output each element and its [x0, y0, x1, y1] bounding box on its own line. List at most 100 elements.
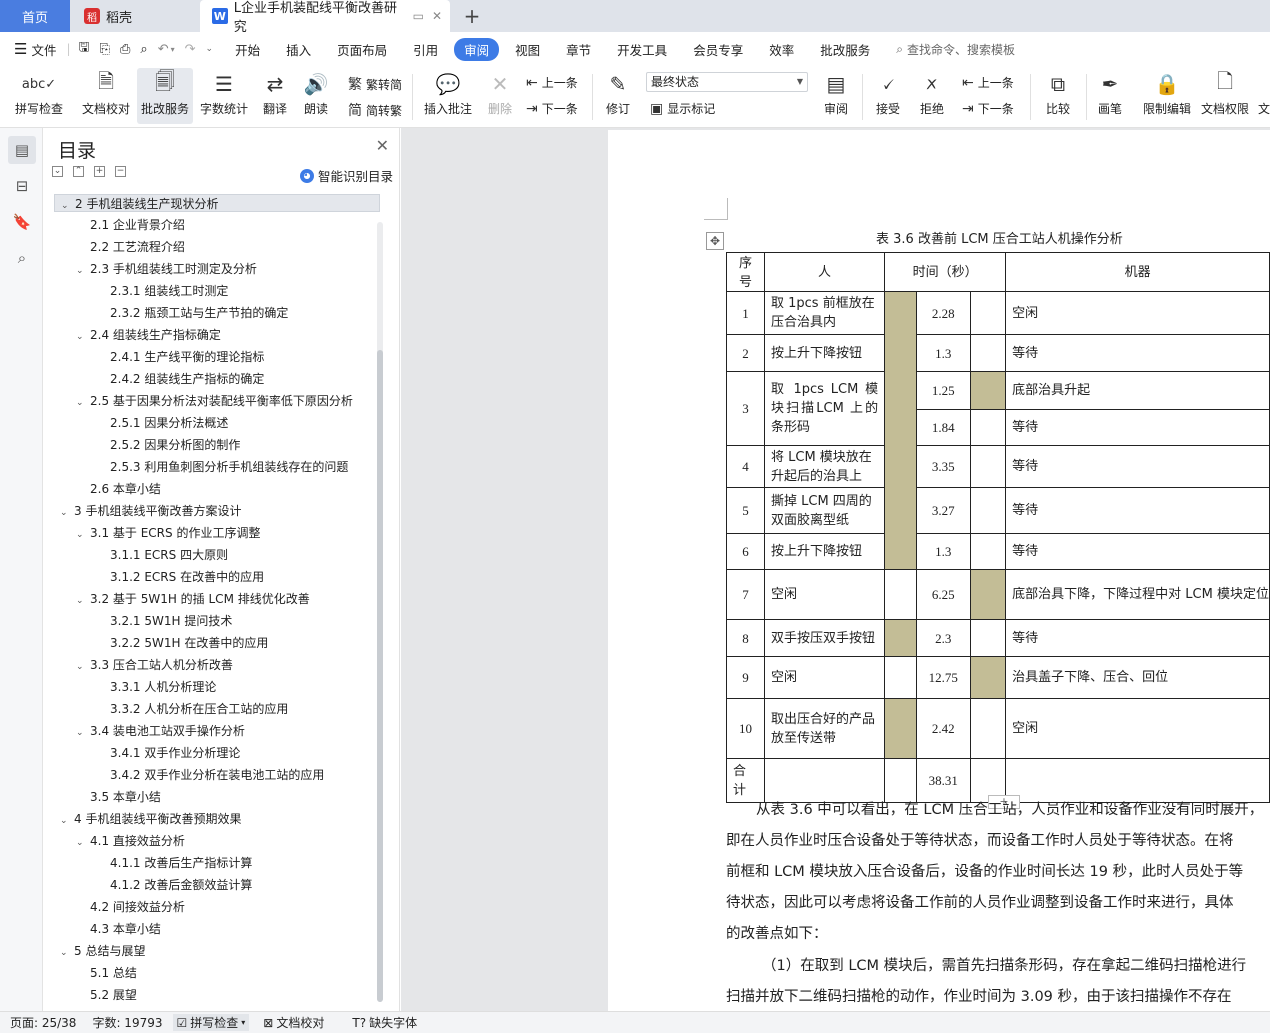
toc-item[interactable]: ⌄ 2.4 组装线生产指标确定	[54, 326, 380, 344]
next-comment-button[interactable]: ⇥ 下一条	[526, 100, 578, 117]
trad-to-simp-button[interactable]: 繁 繁转简	[348, 74, 402, 94]
collapse-all-icon[interactable]: ⌄	[52, 166, 63, 177]
toc-expand-chevron-icon[interactable]: ⌄	[76, 724, 90, 742]
status-spell-check[interactable]: ☑ 拼写检查 ▾	[172, 1014, 250, 1031]
new-tab-button[interactable]: +	[460, 0, 484, 32]
tab-daoke[interactable]: 稻 稻壳	[72, 0, 197, 32]
prev-comment-button[interactable]: ⇤ 上一条	[526, 74, 578, 91]
menu-start[interactable]: 开始	[235, 40, 260, 59]
toc-item[interactable]: 2.3.1 组装线工时测定	[54, 282, 380, 300]
bookmark-icon[interactable]: 🔖	[8, 208, 36, 236]
toc-expand-chevron-icon[interactable]: ⌄	[61, 197, 75, 215]
print-icon[interactable]: ⎙	[120, 42, 130, 57]
search-icon[interactable]: ⌕	[8, 244, 36, 272]
toc-item[interactable]: 4.1.1 改善后生产指标计算	[54, 854, 380, 872]
menu-chapter[interactable]: 章节	[566, 40, 591, 59]
remove-heading-icon[interactable]: −	[115, 166, 126, 177]
toc-item[interactable]: 3.1.2 ECRS 在改善中的应用	[54, 568, 380, 586]
toc-expand-chevron-icon[interactable]: ⌄	[60, 504, 74, 522]
export-icon[interactable]: ⎘	[100, 42, 110, 57]
toc-item[interactable]: ⌄ 2.5 基于因果分析法对装配线平衡率低下原因分析	[54, 392, 380, 410]
toc-item[interactable]: 2.3.2 瓶颈工站与生产节拍的确定	[54, 304, 380, 322]
read-aloud-button[interactable]: 🔊 朗读	[298, 68, 334, 124]
doc-proof-button[interactable]: 🗎 文档校对	[78, 68, 134, 124]
page-indicator[interactable]: 页面: 25/38	[10, 1014, 76, 1031]
compare-button[interactable]: ⧉ 比较	[1036, 68, 1080, 124]
toc-item[interactable]: 3.4.2 双手作业分析在装电池工站的应用	[54, 766, 380, 784]
toc-item[interactable]: ⌄ 4 手机组装线平衡改善预期效果	[54, 810, 380, 828]
menu-member[interactable]: 会员专享	[693, 40, 743, 59]
toc-item[interactable]: 2.5.1 因果分析法概述	[54, 414, 380, 432]
undo-icon[interactable]: ↶	[158, 42, 169, 57]
markup-status-select[interactable]: 最终状态 ▼	[646, 72, 808, 92]
toc-item[interactable]: 3.2.2 5W1H 在改善中的应用	[54, 634, 380, 652]
tab-close-icon[interactable]: ✕	[432, 9, 442, 23]
print-preview-icon[interactable]: ⌕	[140, 42, 147, 57]
close-icon[interactable]: ✕	[376, 136, 389, 155]
toc-expand-chevron-icon[interactable]: ⌄	[76, 394, 90, 412]
pen-button[interactable]: ✒ 画笔	[1092, 68, 1128, 124]
word-count-button[interactable]: ☰ 字数统计	[197, 68, 251, 124]
menu-correction[interactable]: 批改服务	[820, 40, 870, 59]
word-count-indicator[interactable]: 字数: 19793	[92, 1014, 162, 1031]
toc-item[interactable]: ⌄ 3.3 压合工站人机分析改善	[54, 656, 380, 674]
toc-expand-chevron-icon[interactable]: ⌄	[76, 592, 90, 610]
undo-dropdown-icon[interactable]: ▾	[171, 45, 175, 54]
tab-monitor-icon[interactable]: ▭	[413, 9, 424, 23]
toc-item[interactable]: 3.2.1 5W1H 提问技术	[54, 612, 380, 630]
toc-item[interactable]: 3.4.1 双手作业分析理论	[54, 744, 380, 762]
toc-item[interactable]: 2.5.3 利用鱼刺图分析手机组装线存在的问题	[54, 458, 380, 476]
menu-developer[interactable]: 开发工具	[617, 40, 667, 59]
toc-item[interactable]: 2.6 本章小结	[54, 480, 380, 498]
tab-home[interactable]: 首页	[0, 0, 70, 32]
toc-item[interactable]: 4.2 间接效益分析	[54, 898, 380, 916]
toc-expand-chevron-icon[interactable]: ⌄	[76, 328, 90, 346]
toc-item[interactable]: ⌄ 2.3 手机组装线工时测定及分析	[54, 260, 380, 278]
menu-insert[interactable]: 插入	[286, 40, 311, 59]
delete-comment-button[interactable]: ✕ 删除	[480, 68, 520, 124]
revise-button[interactable]: ✎ 修订	[598, 68, 638, 124]
show-markup-button[interactable]: ▣ 显示标记	[650, 100, 715, 117]
correction-service-button[interactable]: 🗐 批改服务	[137, 68, 193, 124]
toc-scrollbar-thumb[interactable]	[377, 350, 383, 1002]
toc-item[interactable]: 4.1.2 改善后金额效益计算	[54, 876, 380, 894]
menu-file[interactable]: 文件	[31, 40, 56, 59]
toc-item[interactable]: ⌄ 5 总结与展望	[54, 942, 380, 960]
toc-item[interactable]: 2.5.2 因果分析图的制作	[54, 436, 380, 454]
toc-expand-chevron-icon[interactable]: ⌄	[76, 526, 90, 544]
toc-item[interactable]: 5.2 展望	[54, 986, 380, 1004]
toc-item[interactable]: 2.4.2 组装线生产指标的确定	[54, 370, 380, 388]
menu-review[interactable]: 审阅	[454, 37, 500, 61]
status-missing-font[interactable]: T? 缺失字体	[352, 1014, 417, 1031]
toc-item[interactable]: 3.1.1 ECRS 四大原则	[54, 546, 380, 564]
toc-item[interactable]: ⌄ 3.1 基于 ECRS 的作业工序调整	[54, 524, 380, 542]
toc-item[interactable]: 2.4.1 生产线平衡的理论指标	[54, 348, 380, 366]
spell-check-button[interactable]: abc✓ 拼写检查	[8, 68, 70, 124]
toc-item[interactable]: 4.3 本章小结	[54, 920, 380, 938]
translate-button[interactable]: ⇄ 翻译	[255, 68, 295, 124]
menu-layout[interactable]: 页面布局	[337, 40, 387, 59]
expand-all-icon[interactable]: ⌃	[73, 166, 84, 177]
toc-expand-chevron-icon[interactable]: ⌄	[60, 812, 74, 830]
doc-permission-button[interactable]: 🗋 文档权限	[1198, 68, 1252, 124]
save-icon[interactable]: 🖫	[79, 38, 90, 60]
toc-item[interactable]: ⌄ 2 手机组装线生产现状分析	[54, 194, 380, 212]
toc-expand-chevron-icon[interactable]: ⌄	[76, 658, 90, 676]
insert-comment-button[interactable]: 💬 插入批注	[420, 68, 476, 124]
restrict-edit-button[interactable]: 🔒 限制编辑	[1140, 68, 1194, 124]
status-doc-proof[interactable]: ⊠ 文档校对	[263, 1014, 324, 1031]
toc-expand-chevron-icon[interactable]: ⌄	[76, 834, 90, 852]
ai-toc-button[interactable]: ◕ 智能识别目录	[299, 166, 393, 185]
toc-item[interactable]: 3.5 本章小结	[54, 788, 380, 806]
toc-item[interactable]: ⌄ 3.2 基于 5W1H 的插 LCM 排线优化改善	[54, 590, 380, 608]
toc-item[interactable]: ⌄ 4.1 直接效益分析	[54, 832, 380, 850]
table-move-handle-icon[interactable]: ✥	[706, 232, 724, 250]
toc-item[interactable]: 3.3.1 人机分析理论	[54, 678, 380, 696]
menu-efficiency[interactable]: 效率	[769, 40, 794, 59]
toc-expand-chevron-icon[interactable]: ⌄	[60, 944, 74, 962]
prev-change-button[interactable]: ⇤ 上一条	[962, 74, 1014, 91]
quick-access-dropdown-icon[interactable]: ⌄	[206, 44, 214, 54]
toc-item[interactable]: ⌄ 3.4 装电池工站双手操作分析	[54, 722, 380, 740]
accept-button[interactable]: 🗸 接受	[868, 68, 908, 124]
add-heading-icon[interactable]: +	[94, 166, 105, 177]
